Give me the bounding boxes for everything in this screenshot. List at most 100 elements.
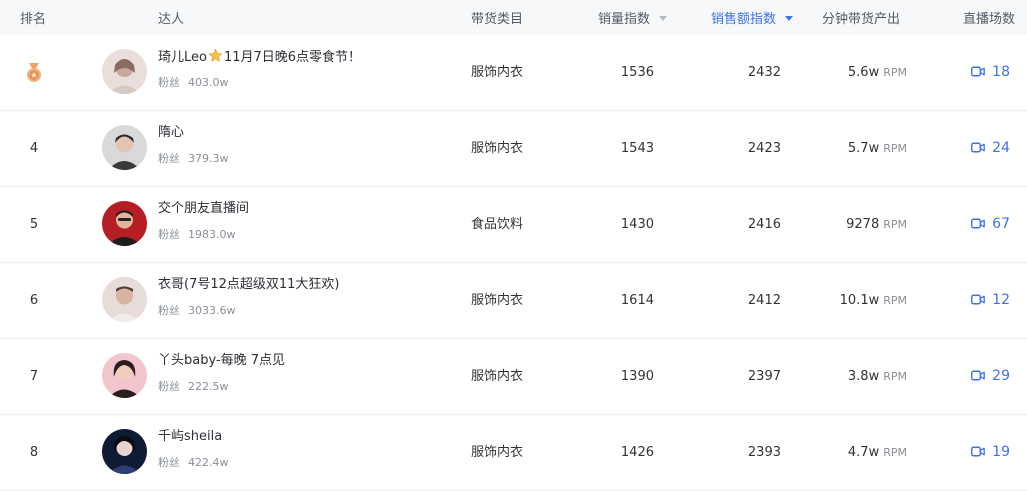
fans-count: 粉丝 1983.0w [158, 227, 236, 243]
streamer-name-text: 11月7日晚6点零食节！ [223, 50, 362, 65]
category-cell: 食品饮料 [471, 217, 524, 232]
rpm-value: 5.6w [847, 65, 880, 80]
streamer-name[interactable]: 千屿sheila [158, 428, 222, 446]
avatar[interactable] [102, 201, 147, 246]
fans-value: 422.4w [188, 456, 229, 469]
rank-cell: 7 [29, 369, 39, 384]
avatar[interactable] [102, 49, 147, 94]
sales-index-cell: 1543 [620, 141, 654, 156]
category-cell: 服饰内衣 [471, 141, 524, 156]
header-rank: 排名 [20, 12, 47, 27]
category-cell: 服饰内衣 [471, 293, 524, 308]
table-row[interactable]: 4 隋心 粉丝 379.3w 服饰内衣 1543 2423 5.7w RPM 24 [0, 111, 1027, 187]
table-header: 排名 达人 带货类目 销量指数 销售额指数 分钟带货产出 直播场数 [0, 0, 1027, 40]
rank-cell: 5 [29, 217, 39, 232]
fans-label: 粉丝 [158, 76, 180, 89]
live-sessions-link[interactable]: 24 [940, 111, 1010, 186]
rank-cell: 4 [29, 141, 39, 156]
table-row[interactable]: 8 千屿sheila 粉丝 422.4w 服饰内衣 1426 2393 4.7w R… [0, 415, 1027, 491]
live-sessions-link[interactable]: 67 [940, 187, 1010, 262]
avatar[interactable] [102, 277, 147, 322]
sales-amount-index-cell: 2432 [747, 65, 781, 80]
fans-value: 1983.0w [188, 228, 236, 241]
fans-label: 粉丝 [158, 456, 180, 469]
streamer-name[interactable]: 丫头baby-每晚 7点见 [158, 352, 285, 370]
header-category: 带货类目 [471, 12, 524, 27]
live-sessions-link[interactable]: 29 [940, 339, 1010, 414]
rpm-cell: 4.7w RPM [800, 415, 907, 490]
rank-cell: 6 [29, 293, 39, 308]
rpm-value: 10.1w [839, 293, 880, 308]
table-row[interactable]: 6 衣哥(7号12点超级双11大狂欢) 粉丝 3033.6w 服饰内衣 1614 … [0, 263, 1027, 339]
rpm-cell: 9278 RPM [800, 187, 907, 262]
live-sessions-link[interactable]: 18 [940, 35, 1010, 110]
avatar[interactable] [102, 429, 147, 474]
sales-amount-index-cell: 2423 [747, 141, 781, 156]
sales-index-cell: 1390 [620, 369, 654, 384]
fans-count: 粉丝 379.3w [158, 151, 229, 167]
sales-index-cell: 1614 [620, 293, 654, 308]
live-sessions-link[interactable]: 19 [940, 415, 1010, 490]
sales-amount-index-cell: 2416 [747, 217, 781, 232]
rpm-cell: 10.1w RPM [800, 263, 907, 338]
video-camera-icon [971, 142, 986, 153]
video-camera-icon [971, 370, 986, 381]
category-cell: 服饰内衣 [471, 369, 524, 384]
sort-down-icon[interactable] [659, 16, 668, 21]
rpm-unit: RPM [883, 294, 907, 307]
header-sales-index-label: 销量指数 [598, 12, 651, 27]
rpm-cell: 5.7w RPM [800, 111, 907, 186]
live-sessions-value: 67 [992, 216, 1010, 232]
streamer-name[interactable]: 衣哥(7号12点超级双11大狂欢) [158, 276, 340, 294]
fans-value: 379.3w [188, 152, 229, 165]
live-sessions-value: 12 [992, 292, 1010, 308]
avatar[interactable] [102, 125, 147, 170]
header-live-sessions: 直播场数 [963, 12, 1016, 27]
bronze-medal-icon [27, 63, 41, 82]
video-camera-icon [971, 218, 986, 229]
rpm-value: 9278 [846, 217, 880, 232]
fans-count: 粉丝 403.0w [158, 75, 229, 91]
fans-label: 粉丝 [158, 228, 180, 241]
streamer-name[interactable]: 琦儿Leo 11月7日晚6点零食节！ [158, 48, 361, 67]
fans-count: 粉丝 422.4w [158, 455, 229, 471]
fans-count: 粉丝 222.5w [158, 379, 229, 395]
table-row[interactable]: 7 丫头baby-每晚 7点见 粉丝 222.5w 服饰内衣 1390 2397 … [0, 339, 1027, 415]
rank-cell: 8 [29, 445, 39, 460]
header-sales-amount-index[interactable]: 销售额指数 [711, 0, 794, 40]
avatar[interactable] [102, 353, 147, 398]
live-sessions-value: 18 [992, 64, 1010, 80]
table-row[interactable]: 5 交个朋友直播间 粉丝 1983.0w 食品饮料 1430 2416 9278 R… [0, 187, 1027, 263]
sort-down-icon[interactable] [785, 16, 794, 21]
header-sales-amount-index-label: 销售额指数 [711, 12, 777, 27]
fans-count: 粉丝 3033.6w [158, 303, 236, 319]
fans-label: 粉丝 [158, 380, 180, 393]
video-camera-icon [971, 66, 986, 77]
video-camera-icon [971, 446, 986, 457]
sales-index-cell: 1430 [620, 217, 654, 232]
sales-index-cell: 1536 [620, 65, 654, 80]
sales-amount-index-cell: 2397 [747, 369, 781, 384]
header-streamer: 达人 [158, 12, 185, 27]
rpm-unit: RPM [883, 446, 907, 459]
rpm-cell: 3.8w RPM [800, 339, 907, 414]
header-rpm-output: 分钟带货产出 [822, 12, 901, 27]
fans-label: 粉丝 [158, 152, 180, 165]
streamer-name[interactable]: 交个朋友直播间 [158, 200, 249, 218]
star-icon [208, 48, 223, 62]
live-sessions-value: 29 [992, 368, 1010, 384]
rpm-unit: RPM [883, 370, 907, 383]
rpm-value: 3.8w [847, 369, 880, 384]
rpm-value: 5.7w [847, 141, 880, 156]
category-cell: 服饰内衣 [471, 65, 524, 80]
streamer-name[interactable]: 隋心 [158, 124, 184, 142]
header-sales-index[interactable]: 销量指数 [598, 0, 668, 40]
fans-value: 3033.6w [188, 304, 236, 317]
live-sessions-link[interactable]: 12 [940, 263, 1010, 338]
fans-value: 222.5w [188, 380, 229, 393]
category-cell: 服饰内衣 [471, 445, 524, 460]
fans-label: 粉丝 [158, 304, 180, 317]
rpm-unit: RPM [883, 218, 907, 231]
video-camera-icon [971, 294, 986, 305]
table-row[interactable]: 琦儿Leo 11月7日晚6点零食节！ 粉丝 403.0w 服饰内衣 1536 243… [0, 35, 1027, 111]
